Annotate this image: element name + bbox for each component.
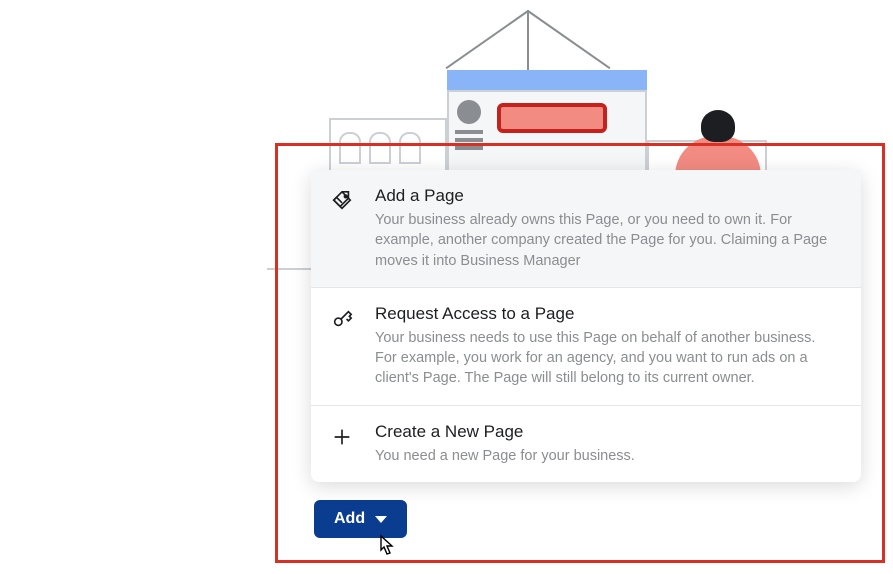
plus-icon bbox=[331, 426, 361, 453]
menu-item-title: Request Access to a Page bbox=[375, 304, 841, 324]
menu-item-title: Add a Page bbox=[375, 186, 841, 206]
add-dropdown-menu: Add a Page Your business already owns th… bbox=[311, 170, 861, 482]
key-icon bbox=[331, 308, 361, 335]
menu-item-subtitle: You need a new Page for your business. bbox=[375, 446, 635, 466]
menu-item-create-page[interactable]: Create a New Page You need a new Page fo… bbox=[311, 406, 861, 482]
add-button[interactable]: Add bbox=[314, 500, 407, 538]
add-button-label: Add bbox=[334, 510, 365, 528]
menu-item-subtitle: Your business already owns this Page, or… bbox=[375, 210, 841, 271]
menu-item-add-page[interactable]: Add a Page Your business already owns th… bbox=[311, 170, 861, 288]
tag-icon bbox=[331, 190, 361, 217]
cursor-pointer-icon bbox=[375, 534, 397, 560]
menu-item-request-access[interactable]: Request Access to a Page Your business n… bbox=[311, 288, 861, 406]
menu-item-title: Create a New Page bbox=[375, 422, 635, 442]
chevron-down-icon bbox=[375, 516, 387, 523]
menu-item-subtitle: Your business needs to use this Page on … bbox=[375, 328, 841, 389]
